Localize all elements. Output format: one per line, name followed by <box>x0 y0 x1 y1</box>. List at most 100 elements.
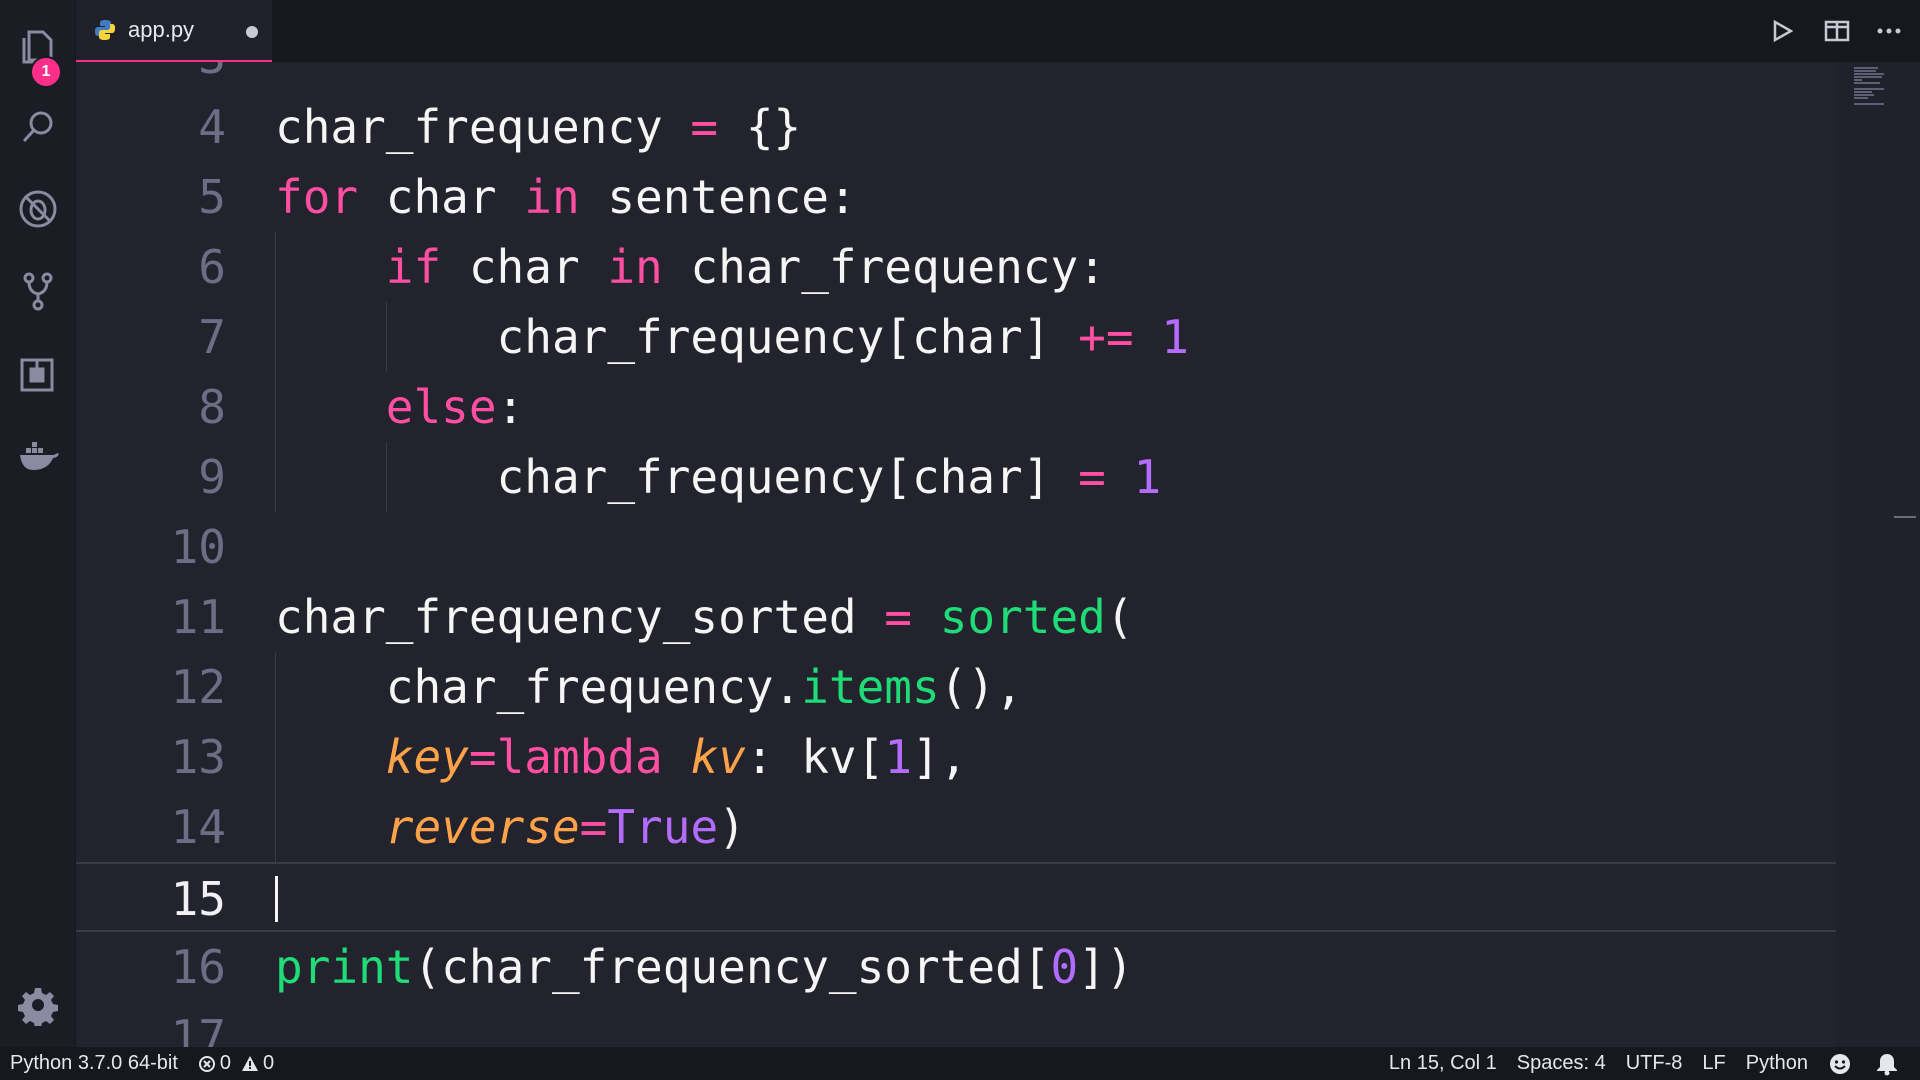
code-line[interactable]: 12 char_frequency.items(), <box>76 652 1920 722</box>
minimap-line <box>1854 67 1878 69</box>
end-of-line[interactable]: LF <box>1692 1052 1735 1075</box>
code-token: in <box>607 240 663 294</box>
code-line[interactable]: 14 reverse=True) <box>76 792 1920 862</box>
line-number-text: 3 <box>146 62 226 92</box>
indentation[interactable]: Spaces: 4 <box>1507 1052 1616 1075</box>
docker-icon[interactable] <box>0 420 75 490</box>
indent-guide <box>275 652 276 862</box>
code-line[interactable]: 16 print(char_frequency_sorted[0]) <box>76 932 1920 1002</box>
code-token: char_frequency: <box>662 240 1106 294</box>
indent-guide <box>275 232 276 512</box>
split-editor-icon[interactable] <box>1820 14 1854 48</box>
line-number-text: 7 <box>198 310 226 364</box>
code-token: items <box>801 660 940 714</box>
code-token: 1 <box>884 730 913 784</box>
code-line[interactable]: 15 <box>76 862 1836 932</box>
language-mode[interactable]: Python <box>1736 1052 1818 1075</box>
line-number-text: 5 <box>198 170 226 224</box>
more-actions-icon[interactable] <box>1872 14 1906 48</box>
minimap-line <box>1854 79 1862 81</box>
code-token: reverse <box>385 800 580 854</box>
line-number: 3 <box>146 62 300 92</box>
line-code: reverse=True) <box>275 792 746 862</box>
code-token: 1 <box>1133 450 1162 504</box>
code-token: char_frequency[char] <box>275 310 1079 364</box>
code-token: (), <box>939 660 1023 714</box>
code-line[interactable]: 5 for char in sentence: <box>76 162 1920 232</box>
code-token: sorted <box>939 590 1106 644</box>
settings-gear-icon[interactable] <box>0 970 75 1040</box>
run-icon[interactable] <box>1766 14 1800 48</box>
line-code: char_frequency_sorted = sorted( <box>275 582 1134 652</box>
warning-count: 0 <box>263 1052 275 1074</box>
code-token: ( <box>1105 590 1134 644</box>
line-code: print(char_frequency_sorted[0]) <box>275 932 1134 1002</box>
code-token: print <box>275 940 414 994</box>
tab-app-py[interactable]: app.py <box>76 0 272 62</box>
line-number: 10 <box>146 512 300 582</box>
problems-indicator[interactable]: 0 0 <box>188 1052 284 1075</box>
line-number-text: 10 <box>170 520 226 574</box>
error-icon <box>198 1055 215 1072</box>
minimap-line <box>1854 82 1880 84</box>
code-token: += <box>1078 310 1134 364</box>
code-line[interactable]: 6 if char in char_frequency: <box>76 232 1920 302</box>
code-token: char_frequency[char] <box>275 450 1079 504</box>
code-line[interactable]: 10 <box>76 512 1920 582</box>
text-cursor <box>275 876 278 922</box>
code-editor[interactable]: 3 4 char_frequency = {} 5 for char in senten… <box>76 62 1920 1047</box>
line-number-text: 6 <box>198 240 226 294</box>
minimap-line <box>1854 88 1884 90</box>
code-line[interactable]: 17 <box>76 1002 1920 1047</box>
code-token: in <box>524 170 580 224</box>
python-interpreter[interactable]: Python 3.7.0 64-bit <box>0 1052 188 1075</box>
line-code: else: <box>275 372 524 442</box>
line-number-text: 16 <box>170 940 226 994</box>
scroll-position-marker <box>1894 516 1916 518</box>
source-control-icon[interactable] <box>0 256 75 326</box>
line-number-text: 11 <box>170 590 226 644</box>
code-line[interactable]: 3 <box>76 62 1920 92</box>
line-code: char_frequency[char] = 1 <box>275 442 1162 512</box>
minimap[interactable] <box>1836 62 1920 1047</box>
notifications-bell-icon[interactable] <box>1866 1052 1920 1076</box>
code-token: ]) <box>1078 940 1134 994</box>
minimap-line <box>1854 91 1872 93</box>
feedback-smiley-icon[interactable] <box>1818 1052 1866 1076</box>
code-token: char <box>441 240 608 294</box>
line-number-text: 4 <box>198 100 226 154</box>
code-line[interactable]: 13 key=lambda kv: kv[1], <box>76 722 1920 792</box>
extensions-icon[interactable] <box>0 338 75 408</box>
line-code: for char in sentence: <box>275 162 857 232</box>
code-line[interactable]: 7 char_frequency[char] += 1 <box>76 302 1920 372</box>
line-number-text: 8 <box>198 380 226 434</box>
code-token: key <box>385 730 469 784</box>
code-line[interactable]: 4 char_frequency = {} <box>76 92 1920 162</box>
explorer-icon[interactable]: 1 <box>0 10 75 88</box>
code-token: = <box>468 730 497 784</box>
encoding[interactable]: UTF-8 <box>1616 1052 1693 1075</box>
line-number-text: 12 <box>170 660 226 714</box>
status-bar: Python 3.7.0 64-bit 0 0 Ln 15, Col 1 Spa… <box>0 1047 1920 1080</box>
search-icon[interactable] <box>0 92 75 162</box>
indent-guide <box>385 442 387 512</box>
code-line[interactable]: 9 char_frequency[char] = 1 <box>76 442 1920 512</box>
tab-bar: app.py <box>76 0 1920 62</box>
debug-icon[interactable] <box>0 174 75 244</box>
code-token: 0 <box>1050 940 1079 994</box>
code-line[interactable]: 11 char_frequency_sorted = sorted( <box>76 582 1920 652</box>
code-token: kv <box>690 730 746 784</box>
cursor-position[interactable]: Ln 15, Col 1 <box>1379 1052 1507 1075</box>
code-line[interactable]: 8 else: <box>76 372 1920 442</box>
code-token: 1 <box>1161 310 1189 364</box>
code-token: sentence: <box>579 170 857 224</box>
line-code: if char in char_frequency: <box>275 232 1106 302</box>
code-token: lambda <box>496 730 663 784</box>
code-token: = <box>690 100 719 154</box>
code-token: = <box>884 590 912 644</box>
code-token: {} <box>718 100 802 154</box>
